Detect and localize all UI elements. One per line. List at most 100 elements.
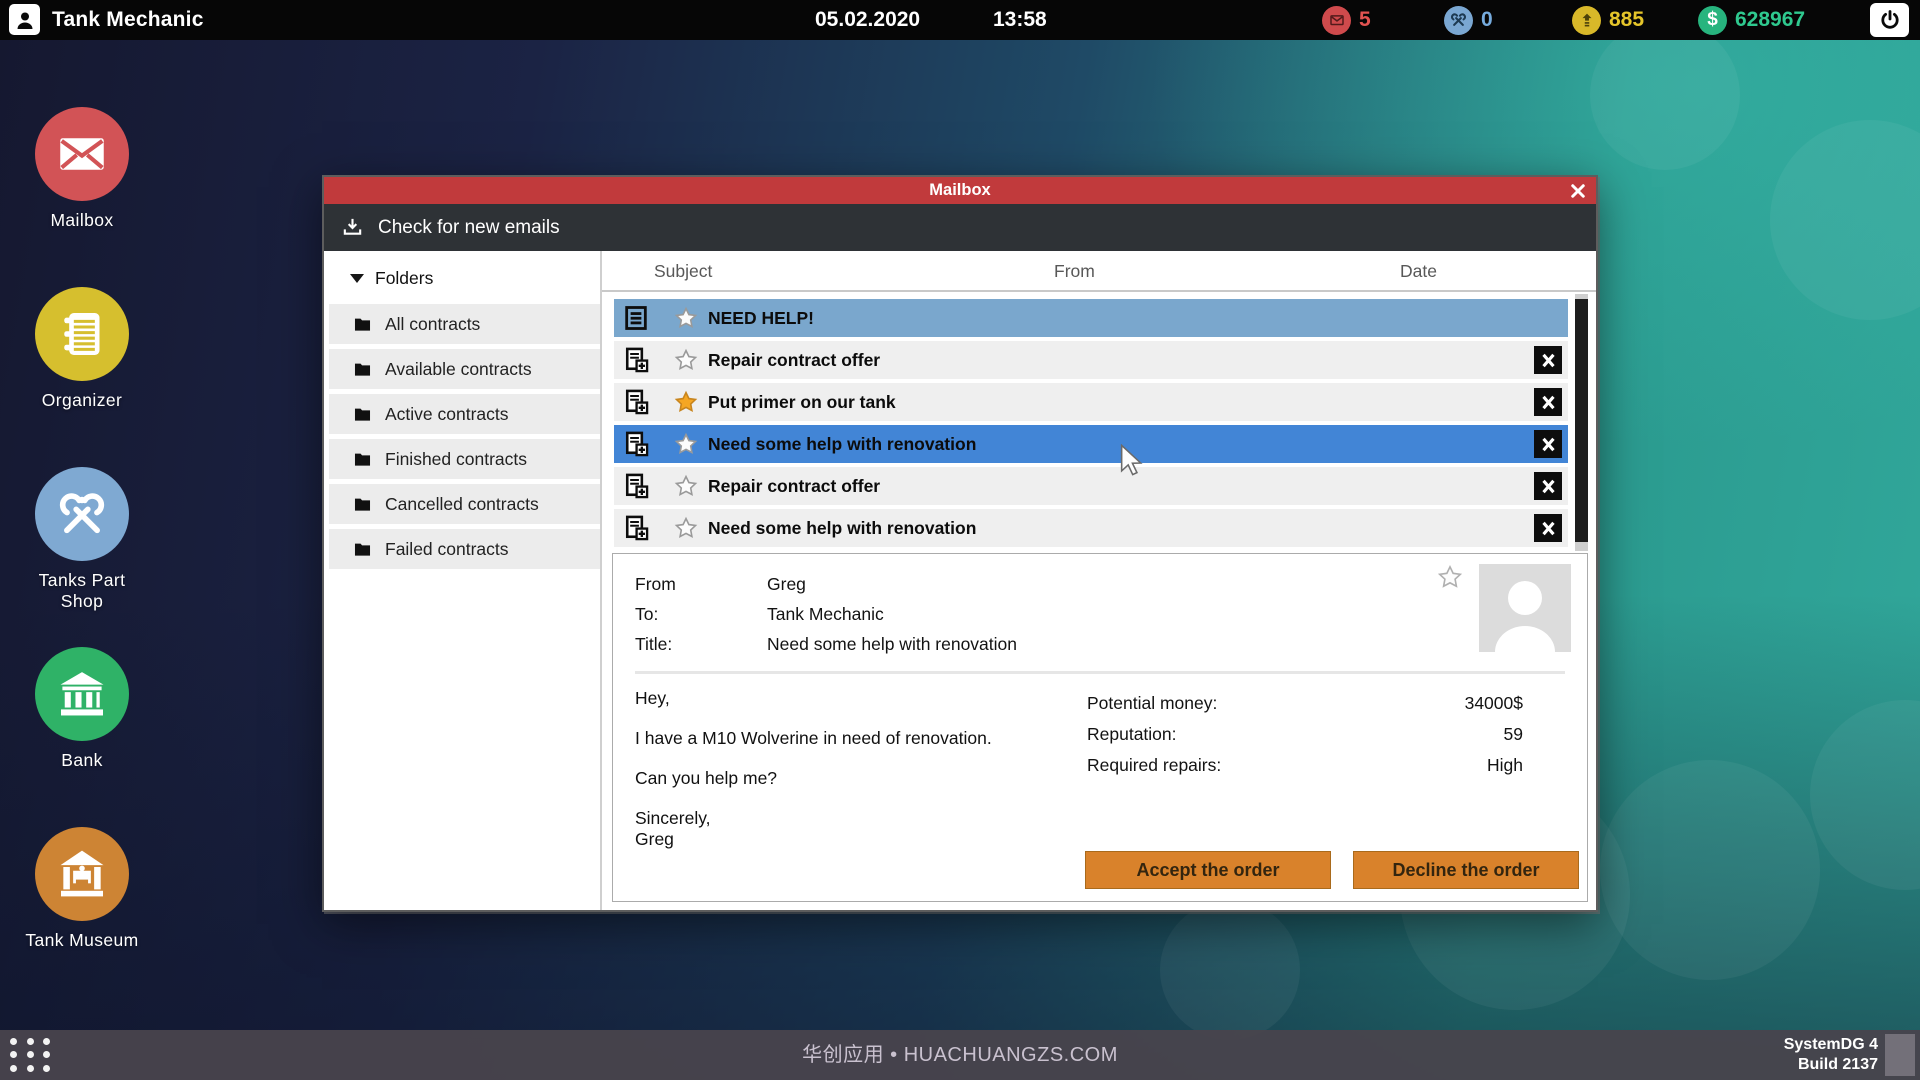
star-icon[interactable] <box>674 348 698 372</box>
mail-counter: 5 <box>1322 0 1371 40</box>
bokeh-circle <box>1810 700 1920 890</box>
money-counter: $ 628967 <box>1698 0 1805 40</box>
taskbar: 华创应用 • HUACHUANGZS.COM SystemDG 4 Build … <box>0 1030 1920 1080</box>
email-subject: Repair contract offer <box>708 476 881 496</box>
museum-icon <box>60 850 104 897</box>
email-subject: Need some help with renovation <box>708 434 977 454</box>
delete-email-button[interactable] <box>1534 472 1562 500</box>
meta-label: Reputation: <box>1087 724 1177 744</box>
delete-email-button[interactable] <box>1534 514 1562 542</box>
envelope-icon <box>60 138 104 170</box>
email-body-paragraph: Sincerely, Greg <box>635 808 711 849</box>
date-display: 05.02.2020 <box>815 8 921 31</box>
star-icon[interactable] <box>674 516 698 540</box>
star-icon[interactable] <box>674 474 698 498</box>
folder-item[interactable]: Available contracts <box>329 349 600 389</box>
folders-header[interactable]: Folders <box>324 259 600 304</box>
reputation-counter: 885 <box>1572 0 1644 40</box>
chevron-down-icon <box>350 274 364 283</box>
mailbox-window: Mailbox Check for new emails Folders All… <box>322 175 1598 912</box>
mail-row[interactable]: Put primer on our tank <box>614 383 1568 421</box>
email-subject: Put primer on our tank <box>708 392 896 412</box>
window-title: Mailbox <box>929 181 991 199</box>
column-from: From <box>1054 261 1095 281</box>
folder-icon <box>354 318 371 331</box>
star-icon[interactable] <box>674 432 698 456</box>
mail-row[interactable]: Need some help with renovation <box>614 425 1568 463</box>
desktop-background: Tank Mechanic 05.02.2020 13:58 5 0 885 $… <box>0 0 1920 1080</box>
sender-avatar <box>1479 564 1571 652</box>
folder-label: Available contracts <box>385 358 532 379</box>
favorite-star-icon[interactable] <box>1437 564 1463 590</box>
bank-icon <box>60 672 104 716</box>
money-count: 628967 <box>1735 8 1806 31</box>
to-label: To: <box>635 604 659 624</box>
folder-icon <box>354 363 371 376</box>
mail-toolbar: Check for new emails <box>324 204 1596 251</box>
folder-icon <box>354 543 371 556</box>
accept-order-button[interactable]: Accept the order <box>1085 851 1331 889</box>
star-icon[interactable] <box>674 306 698 330</box>
star-icon[interactable] <box>674 390 698 414</box>
email-type-icon <box>622 346 650 374</box>
bokeh-circle <box>1600 760 1820 980</box>
folder-label: Active contracts <box>385 403 509 424</box>
check-mail-button[interactable]: Check for new emails <box>378 217 560 239</box>
x-icon <box>1541 353 1555 367</box>
desktop-icon-bank[interactable]: Bank <box>18 647 146 771</box>
desktop-icon-organizer[interactable]: Organizer <box>18 287 146 411</box>
scrollbar-thumb[interactable] <box>1575 299 1588 542</box>
title-value: Need some help with renovation <box>767 634 1018 654</box>
title-label: Title: <box>635 634 673 654</box>
folders-label: Folders <box>375 268 434 288</box>
delete-email-button[interactable] <box>1534 430 1562 458</box>
system-version: SystemDG 4 Build 2137 <box>1784 1035 1878 1075</box>
power-button[interactable] <box>1870 3 1909 37</box>
email-body: Hey, I have a M10 Wolverine in need of r… <box>635 688 1087 886</box>
folder-icon <box>354 408 371 421</box>
x-icon <box>1541 521 1555 535</box>
build-number: Build 2137 <box>1797 1056 1878 1073</box>
folder-label: Failed contracts <box>385 538 509 559</box>
user-icon <box>17 12 32 29</box>
email-type-icon <box>622 514 650 542</box>
meta-label: Potential money: <box>1087 693 1218 713</box>
to-value: Tank Mechanic <box>767 604 884 624</box>
folder-item[interactable]: Cancelled contracts <box>329 484 600 524</box>
folder-label: Cancelled contracts <box>385 493 539 514</box>
x-icon <box>1541 479 1555 493</box>
decline-order-button[interactable]: Decline the order <box>1353 851 1579 889</box>
desktop-icon-tank-museum[interactable]: Tank Museum <box>18 827 146 951</box>
x-icon <box>1541 437 1555 451</box>
folder-icon <box>354 453 371 466</box>
delete-email-button[interactable] <box>1534 388 1562 416</box>
rank-up-icon <box>1572 5 1601 35</box>
close-window-button[interactable] <box>1565 178 1591 203</box>
column-subject: Subject <box>654 261 713 281</box>
email-subject: Need some help with renovation <box>708 518 977 538</box>
folder-item[interactable]: Active contracts <box>329 394 600 434</box>
taskbar-edge-panel <box>1885 1034 1915 1076</box>
mail-list: NEED HELP! Repair contract offer Put pri… <box>602 292 1596 551</box>
user-profile-button[interactable] <box>9 4 40 35</box>
list-scrollbar[interactable] <box>1575 294 1588 551</box>
check-mail-icon[interactable] <box>341 216 364 239</box>
mail-row[interactable]: Repair contract offer <box>614 467 1568 505</box>
mail-row[interactable]: Repair contract offer <box>614 341 1568 379</box>
window-titlebar[interactable]: Mailbox <box>324 177 1596 204</box>
delete-email-button[interactable] <box>1534 346 1562 374</box>
mail-row[interactable]: NEED HELP! <box>614 299 1568 337</box>
desktop-icon-mailbox[interactable]: Mailbox <box>18 107 146 231</box>
folder-item[interactable]: Finished contracts <box>329 439 600 479</box>
desktop-icon-tanks-part-shop[interactable]: Tanks Part Shop <box>18 467 146 612</box>
folder-item[interactable]: Failed contracts <box>329 529 600 569</box>
repairs-counter: 0 <box>1444 0 1493 40</box>
folder-item[interactable]: All contracts <box>329 304 600 344</box>
column-date: Date <box>1400 261 1437 281</box>
game-title: Tank Mechanic <box>52 8 204 31</box>
email-body-paragraph: Can you help me? <box>635 768 778 788</box>
mail-row[interactable]: Need some help with renovation <box>614 509 1568 547</box>
meta-value: 34000$ <box>1464 693 1523 713</box>
top-status-bar: Tank Mechanic 05.02.2020 13:58 5 0 885 $… <box>0 0 1920 40</box>
meta-row: Potential money: 34000$ <box>1087 688 1523 719</box>
